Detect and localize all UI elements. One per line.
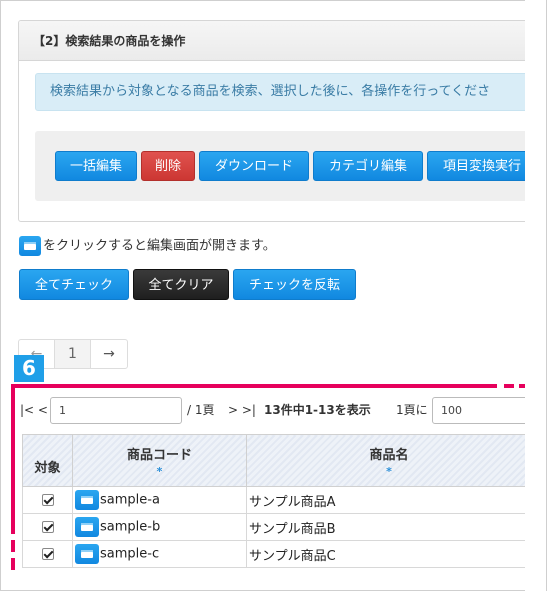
product-code: sample-c <box>100 546 160 562</box>
product-name: サンプル商品A <box>246 486 532 514</box>
column-product-name[interactable]: 商品名 * <box>246 434 532 487</box>
action-toolbar: 一括編集 削除 ダウンロード カテゴリ編集 項目変換実行 <box>35 131 547 201</box>
panel-title: 【2】検索結果の商品を操作 <box>19 21 547 61</box>
row-checkbox[interactable] <box>41 548 54 560</box>
product-code: sample-a <box>100 492 160 508</box>
table-row: sample-b サンプル商品B <box>22 513 532 541</box>
highlight-border-left <box>11 384 15 534</box>
row-select-cell <box>22 486 73 514</box>
highlight-border-dash <box>11 540 15 552</box>
highlight-border-dash <box>504 384 514 388</box>
edit-hint: をクリックすると編集画面が開きます。 <box>19 236 276 256</box>
download-button[interactable]: ダウンロード <box>199 151 309 181</box>
product-code-cell: sample-c <box>72 540 247 568</box>
product-code-cell: sample-b <box>72 513 247 541</box>
row-select-cell <box>22 540 73 568</box>
invert-check-button[interactable]: チェックを反転 <box>233 269 356 300</box>
product-name: サンプル商品C <box>246 540 532 568</box>
bulk-edit-button[interactable]: 一括編集 <box>55 151 137 181</box>
table-row: sample-c サンプル商品C <box>22 540 532 568</box>
page-1-button[interactable]: 1 <box>55 340 91 368</box>
info-message: 検索結果から対象となる商品を検索、選択した後に、各操作を行ってくださ <box>35 73 547 111</box>
clear-all-button[interactable]: 全てクリア <box>133 269 229 300</box>
product-name: サンプル商品B <box>246 513 532 541</box>
category-edit-button[interactable]: カテゴリ編集 <box>313 151 423 181</box>
check-all-button[interactable]: 全てチェック <box>19 269 129 300</box>
product-code-cell: sample-a <box>72 486 247 514</box>
row-checkbox[interactable] <box>41 521 54 533</box>
sort-icon: * <box>386 465 392 478</box>
sort-icon: * <box>156 465 163 478</box>
operations-panel: 【2】検索結果の商品を操作 検索結果から対象となる商品を検索、選択した後に、各操… <box>18 20 547 222</box>
delete-button[interactable]: 削除 <box>141 151 195 181</box>
first-page-link[interactable]: |< < <box>20 396 48 424</box>
next-page-button[interactable]: → <box>91 340 127 368</box>
column-target[interactable]: 対象 <box>22 434 73 487</box>
result-summary: 13件中1-13を表示 <box>264 403 371 417</box>
page-number-input[interactable]: 1 <box>50 397 182 424</box>
table-header-row: 対象 商品コード * 商品名 * <box>22 434 532 487</box>
product-code: sample-b <box>100 519 161 535</box>
viewport-edge <box>525 0 547 591</box>
product-table: 対象 商品コード * 商品名 * sample-a サンプル商品A sample… <box>22 434 532 568</box>
table-row: sample-a サンプル商品A <box>22 486 532 514</box>
edit-hint-text: をクリックすると編集画面が開きます。 <box>43 238 276 254</box>
column-product-name-label: 商品名 <box>369 448 409 463</box>
edit-icon[interactable] <box>75 517 99 537</box>
column-product-code[interactable]: 商品コード * <box>72 434 247 487</box>
column-product-code-label: 商品コード <box>126 448 192 463</box>
item-convert-button[interactable]: 項目変換実行 <box>427 151 537 181</box>
edit-icon[interactable] <box>75 490 99 510</box>
edit-icon <box>19 236 41 256</box>
last-page-link[interactable]: > >| <box>228 396 256 424</box>
per-page-label: 1頁に <box>396 403 428 417</box>
edit-icon[interactable] <box>75 544 99 564</box>
row-select-cell <box>22 513 73 541</box>
highlight-border-top <box>14 384 497 388</box>
highlight-border-dash <box>11 558 15 570</box>
row-checkbox[interactable] <box>41 494 54 506</box>
total-pages-label: / 1頁 <box>187 403 215 417</box>
step-badge: 6 <box>14 355 44 382</box>
